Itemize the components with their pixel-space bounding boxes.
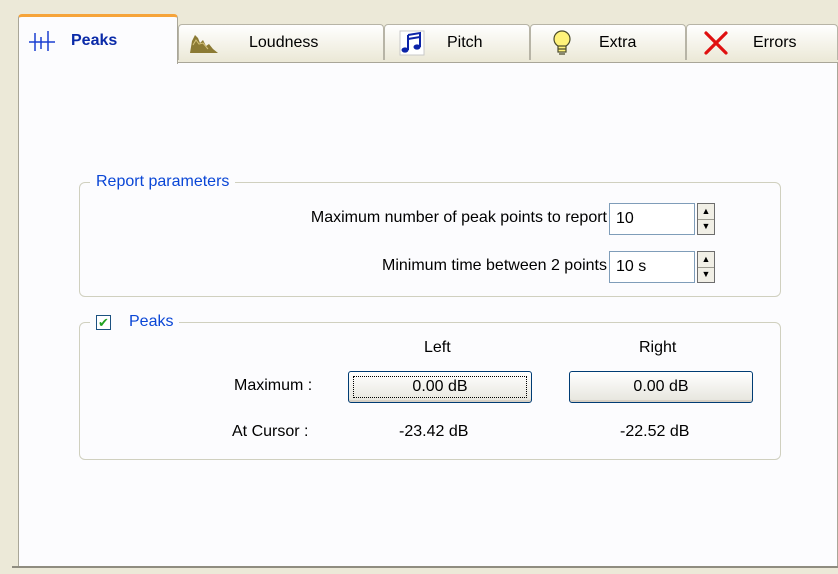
focus-rect (353, 376, 527, 398)
checkmark-icon: ✔ (98, 314, 109, 330)
tab-label: Errors (753, 33, 797, 51)
min-time-input[interactable]: 10 s (609, 251, 695, 283)
tab-panel-peaks: Report parameters Maximum number of peak… (18, 62, 838, 567)
left-header: Left (424, 339, 451, 356)
peaks-legend: ✔ Peaks (90, 313, 179, 331)
tab-label: Peaks (71, 31, 118, 49)
peaks-icon (27, 27, 57, 55)
left-cursor-value: -23.42 dB (399, 423, 469, 440)
right-cursor-value: -22.52 dB (620, 423, 690, 440)
min-time-spinner: 10 s ▲ ▼ (609, 251, 715, 285)
spin-down-icon[interactable]: ▼ (698, 268, 714, 283)
right-maximum-button[interactable]: 0.00 dB (569, 371, 753, 403)
tab-label: Loudness (249, 33, 319, 51)
spin-down-icon[interactable]: ▼ (698, 220, 714, 235)
min-time-label: Minimum time between 2 points (382, 257, 607, 274)
report-parameters-legend: Report parameters (96, 173, 230, 190)
max-points-input[interactable]: 10 (609, 203, 695, 235)
spin-up-icon[interactable]: ▲ (698, 252, 714, 268)
right-maximum-value: 0.00 dB (633, 378, 689, 395)
right-header: Right (639, 339, 677, 356)
music-note-icon (397, 29, 427, 57)
tab-loudness[interactable]: Loudness (178, 24, 384, 60)
tab-label: Pitch (447, 33, 483, 51)
tab-errors[interactable]: Errors (686, 24, 838, 60)
peaks-legend-label: Peaks (129, 313, 174, 330)
peaks-checkbox[interactable]: ✔ (96, 314, 111, 330)
loudness-icon (189, 29, 219, 57)
spin-up-icon[interactable]: ▲ (698, 204, 714, 220)
bottom-divider (12, 566, 838, 568)
at-cursor-label: At Cursor : (232, 423, 309, 440)
tab-pitch[interactable]: Pitch (384, 24, 530, 60)
tab-peaks[interactable]: Peaks (18, 14, 178, 64)
maximum-label: Maximum : (234, 377, 313, 394)
tab-strip: Peaks Loudness Pitch Extra Errors (18, 14, 838, 64)
tab-label: Extra (599, 33, 637, 51)
red-x-icon (701, 29, 731, 57)
max-points-arrows: ▲ ▼ (697, 203, 715, 235)
min-time-arrows: ▲ ▼ (697, 251, 715, 283)
max-points-spinner: 10 ▲ ▼ (609, 203, 715, 237)
tab-extra[interactable]: Extra (530, 24, 686, 60)
lightbulb-icon (547, 29, 577, 57)
max-points-label: Maximum number of peak points to report (310, 209, 607, 226)
left-maximum-button[interactable]: 0.00 dB (348, 371, 532, 403)
